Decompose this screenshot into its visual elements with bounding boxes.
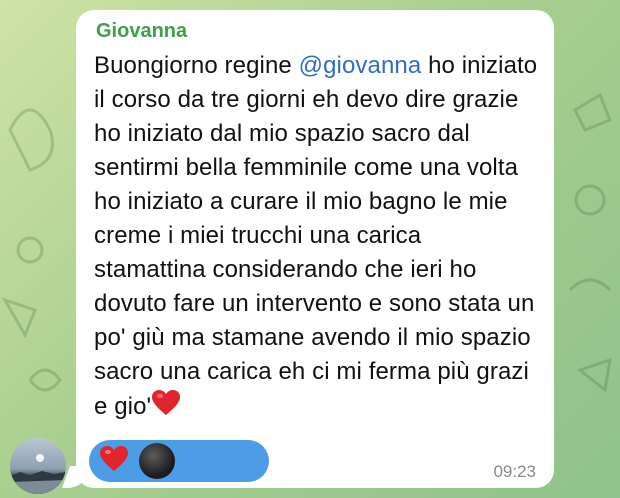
message-text-rest: ho iniziato il corso da tre giorni eh de…	[94, 52, 538, 420]
message-bubble[interactable]: Giovanna Buongiorno regine @giovanna ho …	[76, 10, 554, 488]
reaction-pill[interactable]	[89, 440, 269, 482]
message-text: Buongiorno regine @giovanna ho iniziato …	[94, 49, 538, 427]
sender-avatar[interactable]	[10, 438, 66, 494]
red-heart-icon	[151, 389, 181, 427]
message-text-start: Buongiorno regine	[94, 52, 299, 79]
mention-link[interactable]: @giovanna	[299, 52, 422, 79]
sender-name[interactable]: Giovanna	[96, 20, 538, 43]
avatar-landscape-image	[10, 454, 66, 494]
message-timestamp: 09:23	[493, 462, 536, 481]
red-heart-icon	[99, 445, 129, 478]
reactor-avatar[interactable]	[139, 443, 175, 479]
